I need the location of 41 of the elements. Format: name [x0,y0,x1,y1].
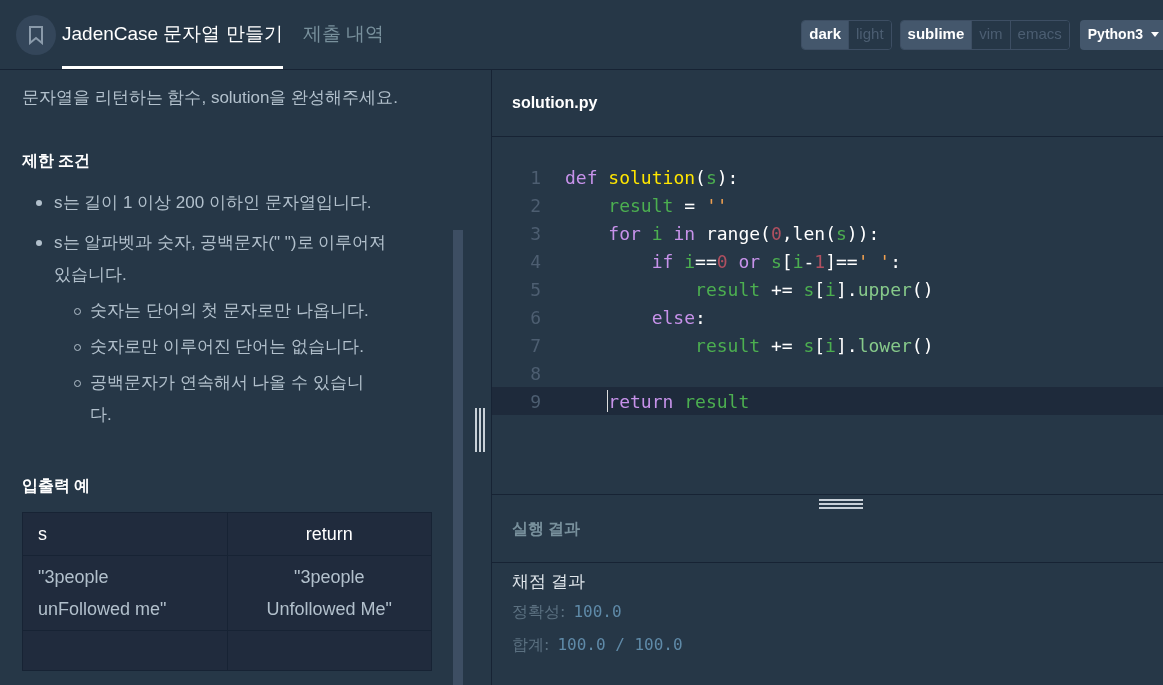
drag-handle-icon[interactable] [819,499,863,509]
output-title: 채점 결과 [512,570,587,593]
section-title: 입출력 예 [22,476,92,496]
bookmark-icon [28,24,44,45]
code-line: def solution(s): [564,165,739,190]
list-item: s는 길이 1 이상 200 이하인 문자열입니다. [54,192,373,214]
tab[interactable]: 제출 내역 [302,0,384,69]
scrollbar[interactable] [453,230,463,685]
output-label: 정확성: [512,601,566,623]
list-item: 숫자는 단어의 첫 문자로만 나옵니다. [90,300,370,322]
list-item: 공백문자가 연속해서 나올 수 있습니다. [90,372,365,426]
code-line: result = '' [607,193,728,218]
code-line: for i in range(0,len(s)): [607,221,880,246]
bookmark-button[interactable] [16,14,56,55]
result-title: 실행 결과 [512,518,581,539]
list-item: s는 알파벳과 숫자, 공백문자(" ")로 이루어져 있습니다. [54,232,388,286]
resize-handle[interactable] [475,408,487,452]
bullet-icon [36,240,42,246]
file-tab[interactable]: solution.py [512,91,598,115]
language-dropdown[interactable]: Python3 [1079,19,1163,50]
code-line: else: [650,305,706,330]
code-line: return result [606,389,750,414]
code-line: result += s[i].lower() [694,333,934,358]
list-item: 숫자로만 이루어진 단어는 없습니다. [90,336,365,358]
language-label: Python3 [1087,25,1143,44]
code-line: result += s[i].upper() [694,277,934,302]
column-header: return [227,512,432,556]
output-label: 합계: [512,634,550,656]
section-title: 제한 조건 [22,151,92,171]
output-value: 100.0 / 100.0 [557,634,683,656]
toggle-option[interactable]: dark [802,20,849,49]
tab[interactable]: JadenCase 문자열 만들기 [62,0,283,69]
toggle-option[interactable]: sublime [900,20,972,49]
column-header: s [22,512,227,556]
table-cell: "3people Unfollowed Me" [227,555,432,631]
paragraph: 문자열을 리턴하는 함수, solution을 완성해주세요. [22,87,399,109]
code-line: if i==0 or s[i-1]==' ': [650,249,902,274]
table-cell: "3people unFollowed me" [22,555,227,631]
caret-icon [1151,32,1159,37]
output-value: 100.0 [573,601,622,623]
bullet-icon [36,200,42,206]
